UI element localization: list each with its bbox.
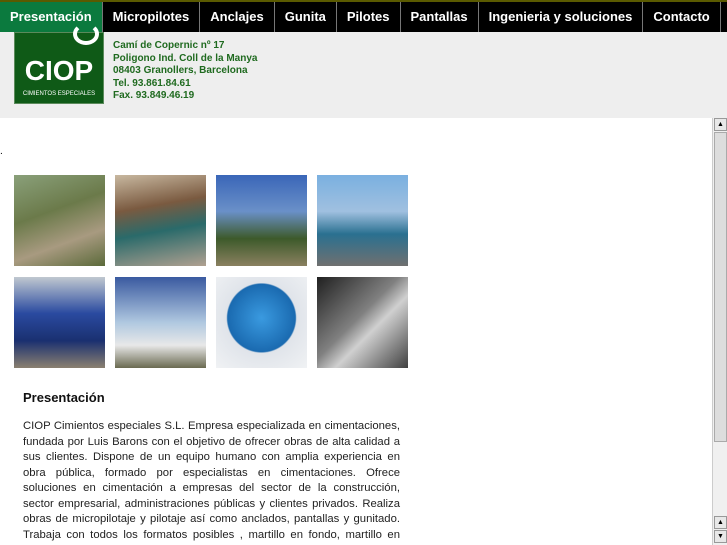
scroll-down-icon[interactable]: ▼ (714, 530, 727, 543)
address-line: Camí de Copernic nº 17 (113, 40, 225, 51)
scroll-up-icon[interactable]: ▲ (714, 118, 727, 131)
scroll-up-icon[interactable]: ▲ (714, 516, 727, 529)
nav-micropilotes[interactable]: Micropilotes (103, 2, 201, 32)
ciop-logo[interactable]: CIOP CIMIENTOS ESPECIALES (14, 23, 104, 104)
phone: Tel. 93.861.84.61 (113, 77, 191, 89)
address-block: Camí de Copernic nº 17 Poligono Ind. Col… (113, 40, 257, 103)
address-line: 08403 Granollers, Barcelona (113, 65, 248, 76)
nav-pantallas[interactable]: Pantallas (401, 2, 479, 32)
photo-thumbnail[interactable] (115, 277, 206, 368)
photo-thumbnail[interactable] (317, 277, 408, 368)
photo-thumbnail[interactable] (317, 175, 408, 266)
main-content: . Presentación CIOP Cimientos especiales… (0, 118, 712, 545)
logo-ring-icon (73, 23, 99, 45)
main-nav: Presentación Micropilotes Anclajes Gunit… (0, 2, 727, 32)
nav-anclajes[interactable]: Anclajes (200, 2, 275, 32)
logo-text: CIOP (24, 55, 94, 86)
nav-contacto[interactable]: Contacto (643, 2, 721, 32)
photo-thumbnail[interactable] (14, 175, 105, 266)
stray-dot: . (0, 146, 3, 157)
photo-thumbnail[interactable] (216, 175, 307, 266)
vertical-scrollbar[interactable]: ▲ ▲ ▼ (712, 118, 727, 545)
fax: Fax. 93.849.46.19 (113, 90, 195, 101)
scrollbar-thumb[interactable] (714, 132, 727, 442)
nav-gunita[interactable]: Gunita (275, 2, 337, 32)
nav-ingenieria[interactable]: Ingenieria y soluciones (479, 2, 644, 32)
nav-pilotes[interactable]: Pilotes (337, 2, 401, 32)
address-line: Poligono Ind. Coll de la Manya (113, 52, 258, 64)
photo-thumbnail[interactable] (216, 277, 307, 368)
section-title: Presentación (23, 390, 105, 405)
photo-thumbnail[interactable] (115, 175, 206, 266)
photo-thumbnail[interactable] (14, 277, 105, 368)
logo-tagline: CIMIENTOS ESPECIALES (22, 91, 96, 97)
intro-paragraph: CIOP Cimientos especiales S.L. Empresa e… (23, 420, 400, 545)
header: CIOP CIMIENTOS ESPECIALES Camí de Copern… (0, 23, 727, 118)
